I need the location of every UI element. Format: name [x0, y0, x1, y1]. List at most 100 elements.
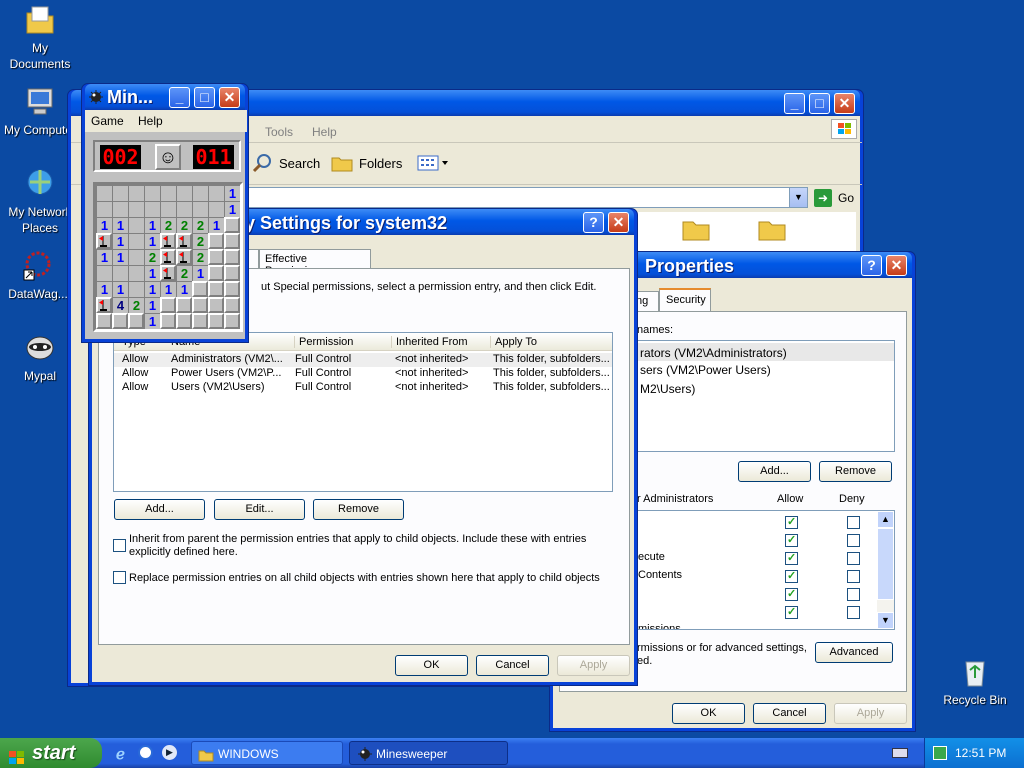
revealed-cell[interactable]: 1 — [224, 185, 240, 201]
revealed-cell[interactable] — [112, 185, 128, 201]
desktop-icon-my-documents[interactable]: My Documents — [2, 4, 78, 72]
list-item[interactable]: M2\Users) — [640, 382, 695, 396]
revealed-cell[interactable] — [208, 185, 224, 201]
revealed-cell[interactable] — [96, 185, 112, 201]
revealed-cell[interactable] — [128, 233, 144, 249]
flag-icon[interactable] — [176, 249, 192, 265]
list-item[interactable]: rators (VM2\Administrators) — [636, 343, 894, 361]
edit-button[interactable]: Edit... — [214, 499, 305, 520]
views-button[interactable] — [416, 152, 450, 174]
mine-field[interactable]: 1111122211121122121111114211 — [93, 182, 243, 332]
covered-cell[interactable] — [208, 297, 224, 313]
revealed-cell[interactable]: 4 — [112, 297, 128, 313]
revealed-cell[interactable]: 2 — [128, 297, 144, 313]
desktop-icon-recycle-bin[interactable]: Recycle Bin — [937, 656, 1013, 708]
column-header[interactable]: Apply To — [490, 336, 612, 348]
covered-cell[interactable] — [208, 265, 224, 281]
allow-checkbox[interactable] — [785, 515, 798, 529]
vertical-scrollbar[interactable]: ▲ ▼ — [877, 511, 894, 629]
covered-cell[interactable] — [208, 233, 224, 249]
revealed-cell[interactable] — [96, 201, 112, 217]
covered-cell[interactable] — [160, 297, 176, 313]
flag-icon[interactable] — [96, 233, 112, 249]
close-button[interactable]: ✕ — [219, 87, 240, 108]
revealed-cell[interactable]: 1 — [192, 265, 208, 281]
revealed-cell[interactable]: 1 — [176, 281, 192, 297]
minimize-button[interactable]: _ — [784, 93, 805, 114]
revealed-cell[interactable]: 2 — [176, 265, 192, 281]
menu-item-tools[interactable]: Tools — [265, 125, 293, 139]
ok-button[interactable]: OK — [395, 655, 468, 676]
task-windows[interactable]: WINDOWS — [191, 741, 343, 765]
quicklaunch-media-icon[interactable]: ▶ — [162, 745, 177, 760]
covered-cell[interactable] — [224, 249, 240, 265]
revealed-cell[interactable]: 1 — [112, 249, 128, 265]
revealed-cell[interactable]: 1 — [144, 281, 160, 297]
revealed-cell[interactable] — [128, 249, 144, 265]
revealed-cell[interactable]: 2 — [176, 217, 192, 233]
start-button[interactable]: start — [0, 738, 102, 768]
revealed-cell[interactable]: 1 — [208, 217, 224, 233]
menu-item-help[interactable]: Help — [138, 114, 163, 128]
permission-entries-list[interactable]: Type Name Permission Inherited From Appl… — [113, 332, 613, 492]
covered-cell[interactable] — [192, 297, 208, 313]
covered-cell[interactable] — [224, 313, 240, 329]
remove-button[interactable]: Remove — [313, 499, 404, 520]
covered-cell[interactable] — [208, 281, 224, 297]
maximize-button[interactable]: □ — [809, 93, 830, 114]
flag-icon[interactable] — [160, 265, 176, 281]
column-header[interactable]: Permission — [294, 336, 388, 348]
revealed-cell[interactable]: 1 — [96, 281, 112, 297]
covered-cell[interactable] — [176, 297, 192, 313]
folder-icon[interactable] — [681, 216, 711, 245]
apply-button[interactable]: Apply — [834, 703, 907, 724]
covered-cell[interactable] — [224, 233, 240, 249]
covered-cell[interactable] — [128, 313, 144, 329]
revealed-cell[interactable]: 2 — [192, 249, 208, 265]
scroll-thumb[interactable] — [877, 528, 894, 600]
table-row[interactable]: Allow Power Users (VM2\P... Full Control… — [114, 367, 612, 381]
quicklaunch-browser-icon[interactable] — [138, 745, 153, 760]
revealed-cell[interactable]: 1 — [96, 249, 112, 265]
revealed-cell[interactable]: 1 — [144, 297, 160, 313]
revealed-cell[interactable] — [176, 201, 192, 217]
flag-icon[interactable] — [160, 233, 176, 249]
menu-item-game[interactable]: Game — [91, 114, 124, 128]
flag-icon[interactable] — [176, 233, 192, 249]
allow-checkbox[interactable] — [785, 569, 798, 583]
help-button[interactable]: ? — [861, 255, 882, 276]
revealed-cell[interactable]: 1 — [112, 281, 128, 297]
replace-checkbox[interactable] — [113, 571, 126, 584]
revealed-cell[interactable]: 2 — [144, 249, 160, 265]
revealed-cell[interactable] — [96, 265, 112, 281]
allow-checkbox[interactable] — [785, 533, 798, 547]
ok-button[interactable]: OK — [672, 703, 745, 724]
deny-checkbox[interactable] — [847, 516, 860, 529]
folder-icon[interactable] — [757, 216, 787, 245]
covered-cell[interactable] — [192, 281, 208, 297]
revealed-cell[interactable]: 2 — [192, 217, 208, 233]
folders-button[interactable]: Folders — [331, 150, 407, 178]
covered-cell[interactable] — [208, 313, 224, 329]
revealed-cell[interactable] — [128, 265, 144, 281]
revealed-cell[interactable]: 1 — [144, 265, 160, 281]
revealed-cell[interactable] — [208, 201, 224, 217]
covered-cell[interactable] — [160, 313, 176, 329]
close-button[interactable]: ✕ — [886, 255, 907, 276]
revealed-cell[interactable] — [160, 185, 176, 201]
cancel-button[interactable]: Cancel — [753, 703, 826, 724]
revealed-cell[interactable] — [160, 201, 176, 217]
allow-checkbox[interactable] — [785, 587, 798, 601]
tab-security[interactable]: Security — [659, 288, 711, 312]
revealed-cell[interactable] — [128, 281, 144, 297]
cancel-button[interactable]: Cancel — [476, 655, 549, 676]
covered-cell[interactable] — [192, 313, 208, 329]
flag-icon[interactable] — [160, 249, 176, 265]
add-button[interactable]: Add... — [114, 499, 205, 520]
scroll-up-button[interactable]: ▲ — [877, 511, 894, 528]
list-item[interactable]: sers (VM2\Power Users) — [640, 363, 771, 377]
deny-checkbox[interactable] — [847, 588, 860, 601]
allow-checkbox[interactable] — [785, 551, 798, 565]
remove-button[interactable]: Remove — [819, 461, 892, 482]
revealed-cell[interactable]: 1 — [160, 281, 176, 297]
